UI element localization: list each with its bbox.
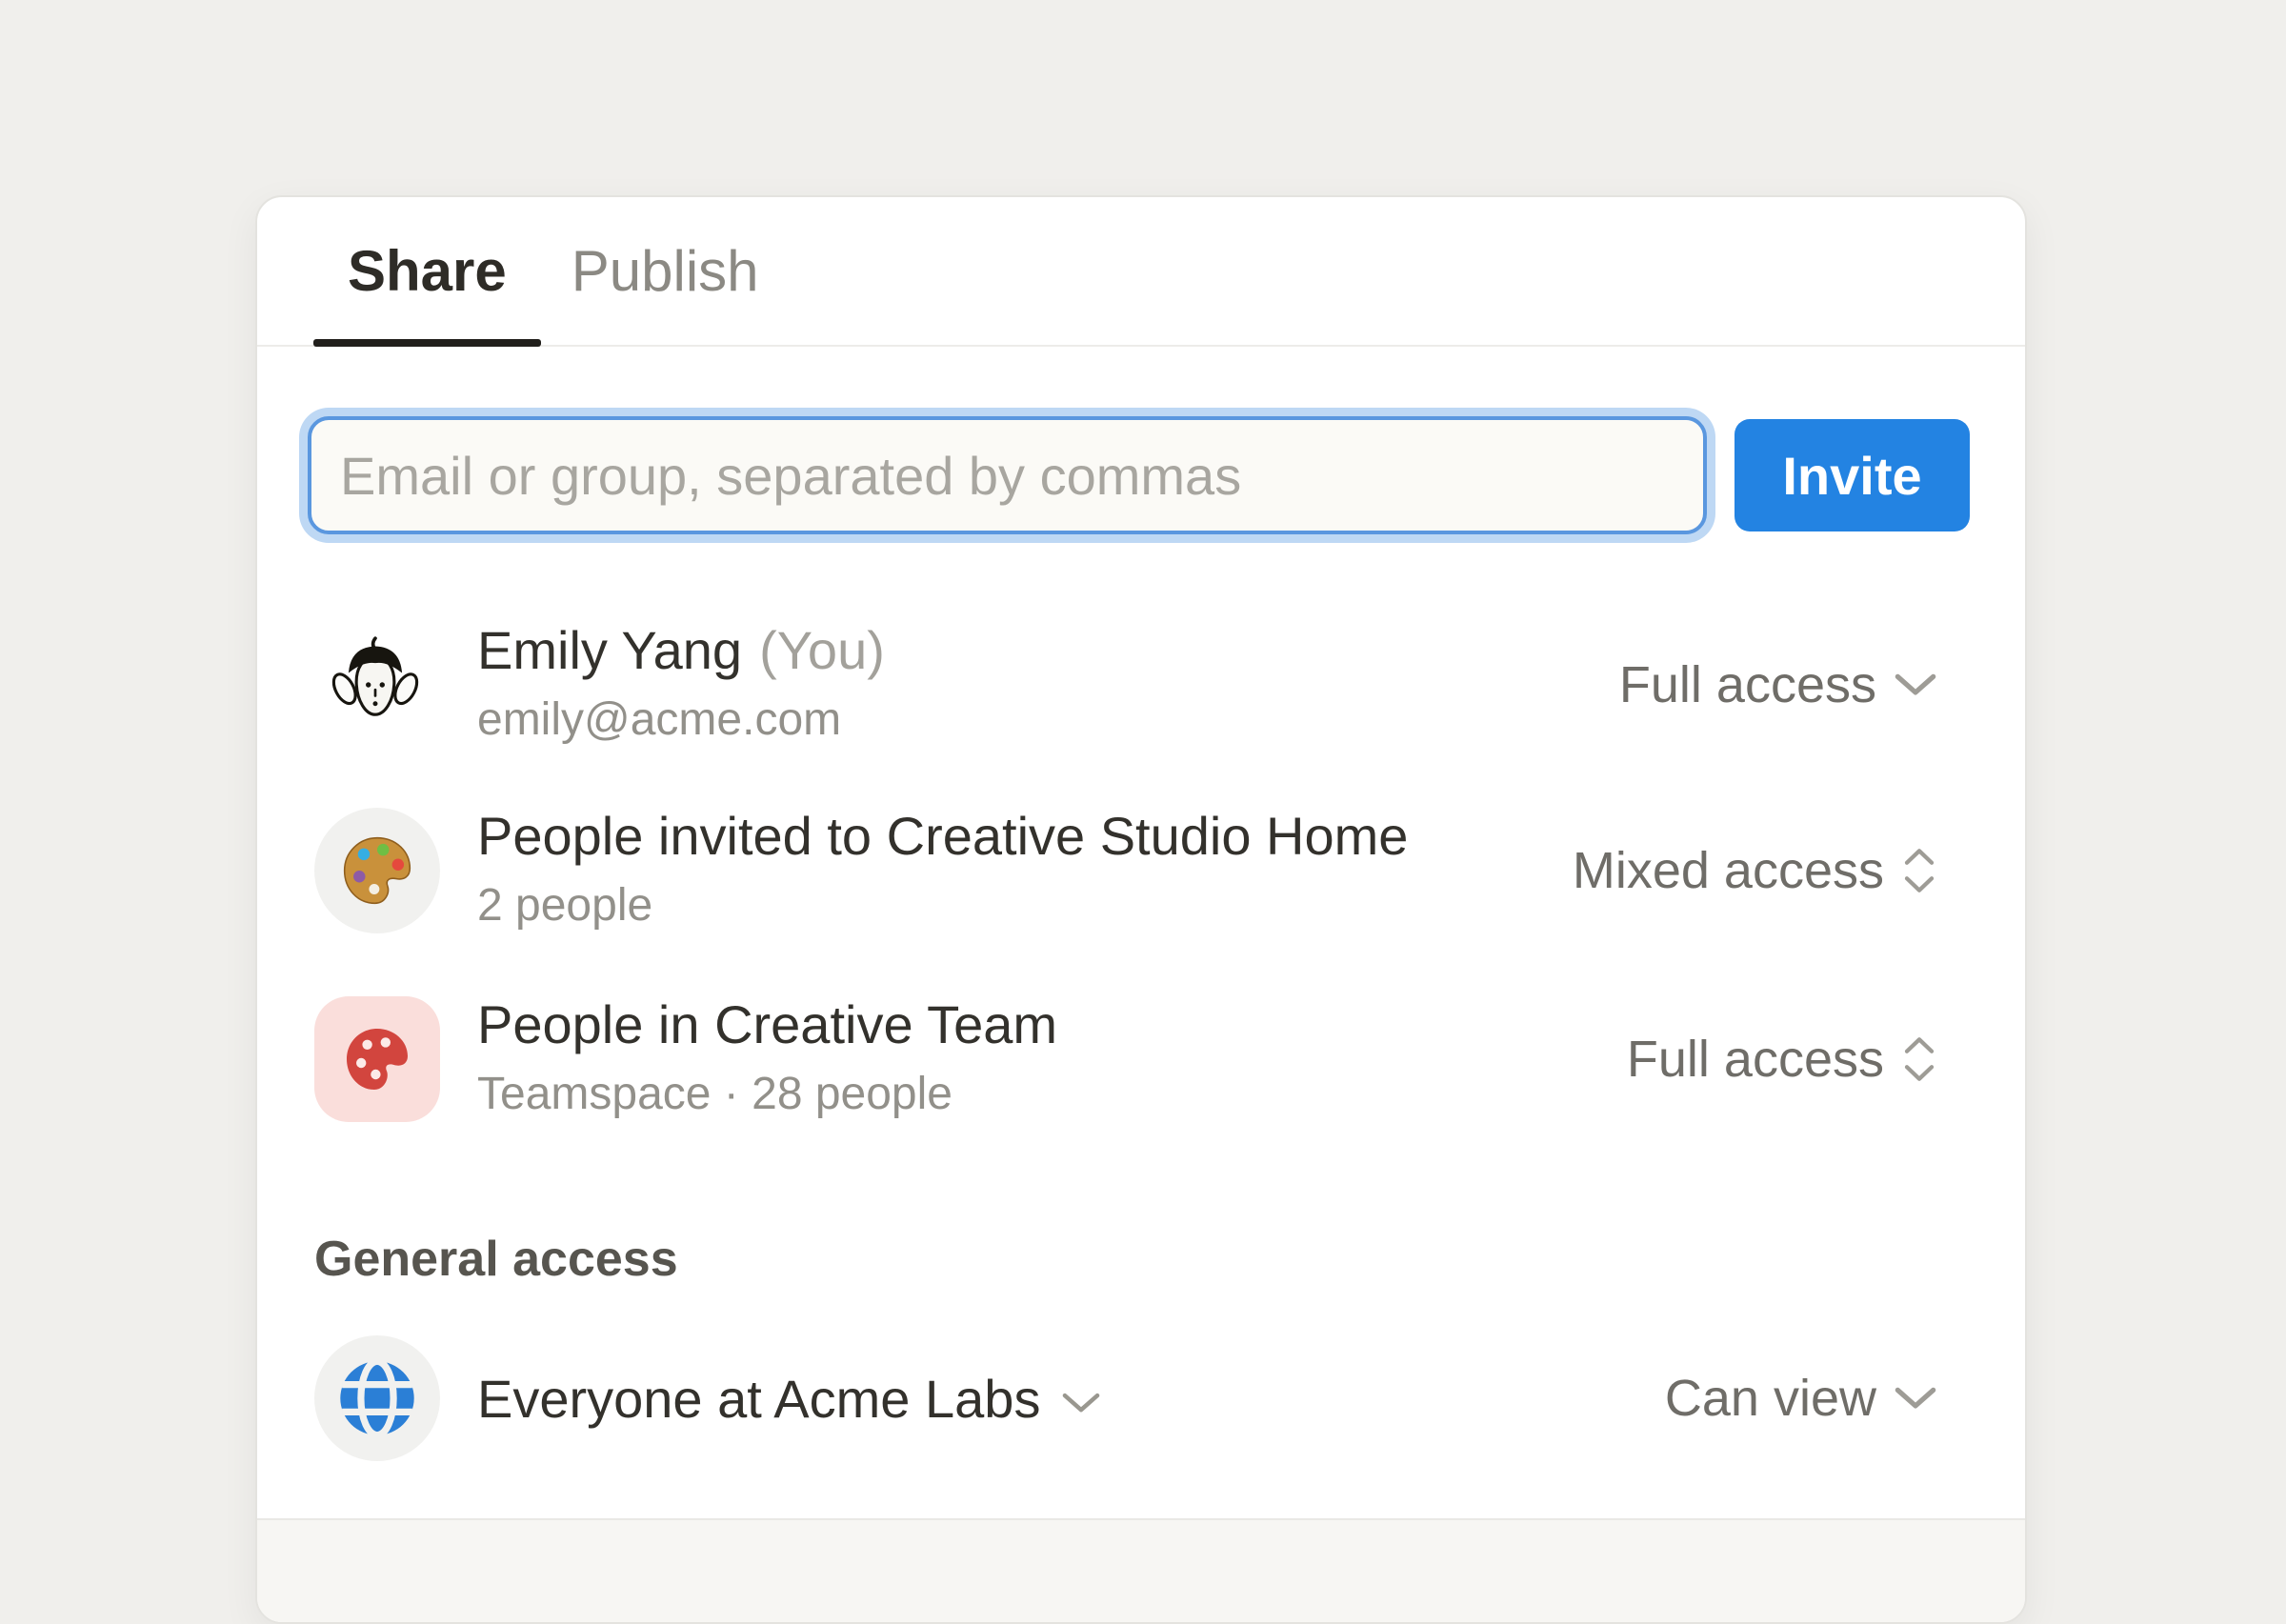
- chevron-down-icon: [1894, 672, 1937, 697]
- share-dialog: Share Publish Invite Emil: [255, 195, 2027, 1624]
- member-name-text: People invited to Creative Studio Home: [477, 801, 1408, 871]
- chevron-up-down-icon: [1901, 1034, 1937, 1084]
- general-access-heading: General access: [314, 1228, 678, 1291]
- dialog-tab-bar: Share Publish: [257, 197, 2025, 347]
- chevron-down-icon: [1894, 1386, 1937, 1411]
- member-name: People invited to Creative Studio Home: [477, 801, 1408, 871]
- globe-icon: [314, 1335, 440, 1461]
- access-dropdown-invited-group[interactable]: Mixed access: [1573, 841, 1937, 900]
- member-row-creative-team: People in Creative Team Teamspace · 28 p…: [314, 996, 1937, 1122]
- email-input[interactable]: [308, 416, 1707, 534]
- invite-button[interactable]: Invite: [1735, 419, 1970, 531]
- member-text-emily-yang: Emily Yang (You) emily@acme.com: [477, 615, 885, 754]
- everyone-dropdown[interactable]: Everyone at Acme Labs: [477, 1364, 1101, 1434]
- tab-publish-label: Publish: [572, 238, 759, 304]
- invite-row: Invite: [308, 413, 1970, 537]
- member-name: People in Creative Team: [477, 990, 1057, 1059]
- footer-area: [257, 1520, 2025, 1622]
- member-count: 2 people: [477, 871, 1408, 940]
- general-access-row: Everyone at Acme Labs Can view: [314, 1335, 1937, 1461]
- tab-publish[interactable]: Publish: [541, 197, 793, 345]
- access-dropdown-emily[interactable]: Full access: [1619, 655, 1937, 714]
- member-teamspace-info: Teamspace · 28 people: [477, 1059, 1057, 1129]
- member-email: emily@acme.com: [477, 685, 885, 754]
- access-label: Full access: [1619, 655, 1876, 714]
- access-dropdown-creative-team[interactable]: Full access: [1627, 1030, 1937, 1089]
- tab-share-label: Share: [348, 238, 507, 304]
- palette-emoji-icon: [314, 808, 440, 933]
- member-text-invited-group: People invited to Creative Studio Home 2…: [477, 801, 1408, 940]
- member-row-invited-group: People invited to Creative Studio Home 2…: [314, 808, 1937, 933]
- chevron-down-icon: [1061, 1392, 1101, 1414]
- general-access-text: Everyone at Acme Labs: [477, 1364, 1101, 1434]
- member-name: Emily Yang (You): [477, 615, 885, 685]
- doodle-person-avatar-icon: [326, 635, 425, 734]
- chevron-up-down-icon: [1901, 846, 1937, 895]
- tab-share[interactable]: Share: [313, 197, 541, 345]
- everyone-label: Everyone at Acme Labs: [477, 1364, 1040, 1434]
- member-name-text: People in Creative Team: [477, 990, 1057, 1059]
- access-dropdown-everyone[interactable]: Can view: [1665, 1369, 1937, 1428]
- member-text-creative-team: People in Creative Team Teamspace · 28 p…: [477, 990, 1057, 1129]
- page-background: { "dialog": { "tabs": [ { "label": "Shar…: [0, 0, 2286, 1524]
- access-label: Can view: [1665, 1369, 1876, 1428]
- access-label: Mixed access: [1573, 841, 1884, 900]
- red-palette-icon: [314, 996, 440, 1122]
- member-row-emily-yang: Emily Yang (You) emily@acme.com Full acc…: [314, 607, 1937, 763]
- access-label: Full access: [1627, 1030, 1884, 1089]
- member-you-suffix: (You): [759, 615, 885, 685]
- member-name-text: Emily Yang: [477, 615, 742, 685]
